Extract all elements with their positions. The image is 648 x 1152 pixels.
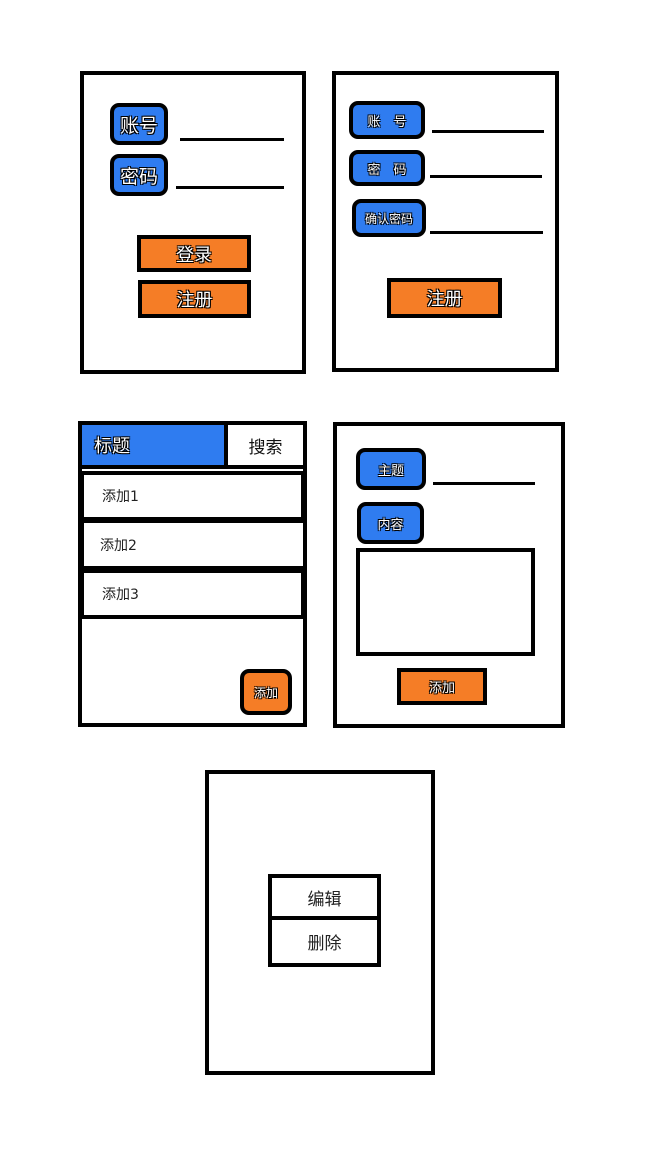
password-input[interactable] [176,186,284,189]
register-submit-button[interactable]: 注册 [387,278,502,318]
list-item-label: 添加1 [102,489,139,505]
register-password-label: 密 码 [349,150,425,186]
search-label: 搜索 [248,437,283,458]
list-item-label: 添加2 [100,537,137,554]
list-item[interactable]: 添加2 [80,519,307,570]
edit-label: 编辑 [307,889,342,910]
list-item-label: 添加3 [102,587,139,603]
subject-input[interactable] [433,482,535,485]
register-account-input[interactable] [432,130,544,133]
register-button[interactable]: 注册 [138,280,251,318]
list-title-bar: 标题 [82,425,228,469]
content-label: 内容 [357,502,424,544]
list-item[interactable]: 添加1 [80,471,305,521]
edit-menu-item[interactable]: 编辑 [268,874,381,920]
subject-label: 主题 [356,448,426,490]
delete-menu-item[interactable]: 删除 [268,916,381,967]
password-label: 密码 [110,154,168,196]
content-textarea[interactable] [356,548,535,656]
list-item[interactable]: 添加3 [80,569,305,619]
confirm-password-input[interactable] [430,231,543,234]
register-account-label: 账 号 [349,101,425,139]
account-input[interactable] [180,138,284,141]
list-add-button[interactable]: 添加 [240,669,292,715]
search-button[interactable]: 搜索 [228,425,303,469]
register-password-input[interactable] [430,175,542,178]
add-submit-button[interactable]: 添加 [397,668,487,705]
login-button[interactable]: 登录 [137,235,251,272]
delete-label: 删除 [307,934,342,954]
account-label: 账号 [110,103,168,145]
list-title: 标题 [94,436,130,457]
confirm-password-label: 确认密码 [352,199,426,237]
